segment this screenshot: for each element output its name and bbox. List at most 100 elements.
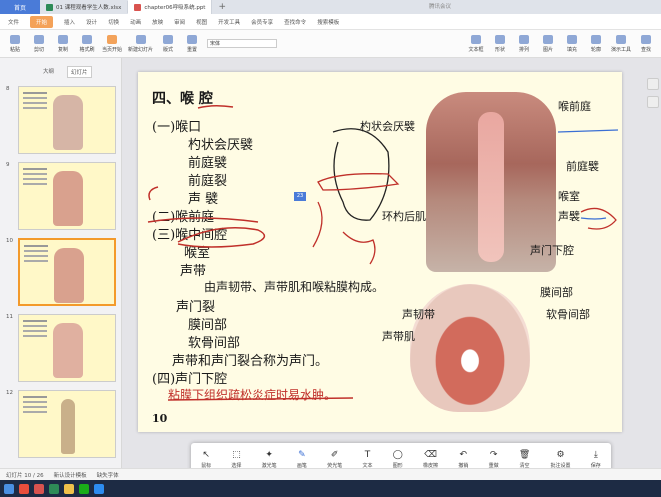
new-slide-button[interactable]: 新建幻灯片	[128, 34, 154, 53]
slide-number: 12	[6, 390, 13, 396]
laser-icon: ✦	[265, 449, 273, 460]
shape-tool[interactable]: ◯ 图形	[393, 450, 403, 469]
download-icon: ⤓	[593, 449, 598, 460]
side-settings-icon[interactable]	[647, 78, 659, 90]
outline-button[interactable]: 轮廓	[587, 34, 605, 53]
browser-icon[interactable]	[19, 483, 29, 494]
slide-thumb-11[interactable]: 11	[6, 314, 116, 382]
excel-icon	[46, 3, 53, 11]
slide-thumb-9[interactable]: 9	[6, 162, 116, 230]
ppt-icon	[134, 3, 142, 11]
menu-member[interactable]: 会员专享	[251, 18, 273, 26]
select-tool[interactable]: ⬚ 选择	[231, 450, 241, 469]
menu-animation[interactable]: 动画	[130, 18, 141, 26]
redo-icon: ↷	[489, 449, 498, 460]
side-layout-icon[interactable]	[647, 96, 659, 108]
cut-button[interactable]: 剪切	[30, 34, 48, 53]
eraser-tool[interactable]: ⌫ 橡皮擦	[423, 450, 438, 469]
slide-thumb-8[interactable]: 8	[6, 86, 116, 154]
menu-view[interactable]: 视图	[196, 18, 207, 26]
menu-review[interactable]: 审阅	[174, 18, 185, 26]
tab-outline[interactable]: 大纲	[40, 66, 57, 78]
layout-label: 版式	[163, 46, 174, 53]
arrange-button[interactable]: 排列	[515, 34, 533, 53]
chat-icon[interactable]	[79, 483, 89, 494]
status-bar: 幻灯片 10 / 26 新认设计模板 缺失字体	[0, 468, 661, 480]
missing-font-button[interactable]: 缺失字体	[97, 471, 119, 479]
menu-design[interactable]: 设计	[86, 18, 97, 26]
paste-button[interactable]: 粘贴	[6, 34, 24, 53]
highlighter-tool[interactable]: ✐ 荧光笔	[327, 450, 342, 469]
redo-button[interactable]: ↷ 重做	[489, 450, 499, 469]
layout-button[interactable]: 版式	[159, 34, 177, 53]
copy-icon	[58, 34, 68, 44]
font-family-select[interactable]: 宋体	[207, 39, 278, 48]
format-painter-label: 格式刷	[79, 46, 95, 53]
reset-icon	[187, 34, 198, 44]
picture-button[interactable]: 图片	[539, 34, 557, 53]
comment-badge[interactable]: 23	[294, 192, 306, 201]
undo-button[interactable]: ↶ 撤销	[458, 450, 468, 469]
select-icon: ⬚	[232, 449, 241, 460]
home-tab[interactable]: 首页	[0, 0, 40, 14]
cut-label: 剪切	[33, 46, 44, 53]
menu-insert[interactable]: 插入	[64, 18, 75, 26]
laser-tool[interactable]: ✦ 激光笔	[262, 450, 277, 469]
gear-icon: ⚙	[556, 449, 565, 460]
menu-developer[interactable]: 开发工具	[218, 18, 240, 26]
save-button[interactable]: ⤓ 保存	[591, 450, 601, 469]
fill-button[interactable]: 填充	[563, 34, 581, 53]
label: 声韧带	[402, 308, 435, 321]
meeting-indicator: 腾讯会议	[428, 4, 451, 10]
menu-home[interactable]: 开始	[30, 15, 54, 28]
tab-bar: 首页 01 课程观看学生人数.xlsx chapter06呼吸系统.ppt + …	[0, 0, 661, 14]
menu-file[interactable]: 文件	[8, 18, 19, 26]
mouse-tool[interactable]: ↖ 鼠标	[201, 450, 211, 469]
doc-tab-excel[interactable]: 01 课程观看学生人数.xlsx	[40, 1, 129, 13]
menu-search-template[interactable]: 搜索模板	[317, 18, 339, 26]
copy-label: 复制	[57, 46, 68, 53]
doc-tab-ppt[interactable]: chapter06呼吸系统.ppt	[128, 0, 213, 14]
excel-taskbar-icon[interactable]	[49, 483, 59, 494]
slide-thumb-12[interactable]: 12	[6, 390, 116, 458]
clear-button[interactable]: 🗑 清空	[519, 450, 530, 469]
tab-slides[interactable]: 幻灯片	[67, 66, 92, 78]
pen-tool[interactable]: ✎ 画笔	[297, 450, 307, 469]
annotation-settings-button[interactable]: ⚙ 批注设置	[551, 450, 571, 469]
play-icon	[107, 34, 117, 44]
design-template[interactable]: 新认设计模板	[54, 471, 87, 479]
folder-icon[interactable]	[64, 483, 74, 494]
slide[interactable]: 四、喉 腔 (一)喉口 杓状会厌襞 前庭襞 前庭裂 声 襞 (二)喉前庭 (三)…	[138, 72, 622, 432]
slide-thumbnail	[18, 314, 116, 382]
find-label: 查找	[640, 46, 651, 53]
label: 声带肌	[382, 330, 415, 343]
arrange-label: 排列	[518, 46, 529, 53]
fill-icon	[566, 34, 577, 44]
menu-transition[interactable]: 切换	[108, 18, 119, 26]
reset-button[interactable]: 重置	[183, 34, 201, 53]
play-from-current-button[interactable]: 当页开始	[102, 34, 122, 53]
format-painter-button[interactable]: 格式刷	[78, 34, 96, 53]
slide-thumbnail	[18, 162, 116, 230]
reset-label: 重置	[187, 46, 198, 53]
textbox-button[interactable]: 文本框	[467, 34, 485, 53]
start-icon[interactable]	[4, 483, 14, 494]
text-tool[interactable]: T 文本	[362, 450, 372, 469]
presentation-tools-button[interactable]: 演示工具	[611, 34, 631, 53]
meeting-icon[interactable]	[94, 483, 104, 494]
new-slide-label: 新建幻灯片	[128, 46, 154, 53]
label: 膜间部	[540, 286, 573, 299]
label: 喉前庭	[558, 100, 591, 113]
shape-button[interactable]: 形状	[491, 34, 509, 53]
shape-label: 形状	[494, 46, 505, 53]
undo-icon: ↶	[459, 449, 468, 460]
new-tab-button[interactable]: +	[212, 2, 232, 12]
menu-search-command[interactable]: 查找命令	[284, 18, 306, 26]
copy-button[interactable]: 复制	[54, 34, 72, 53]
label: 声门下腔	[530, 244, 574, 257]
menu-slideshow[interactable]: 放映	[152, 18, 163, 26]
paste-icon	[10, 34, 20, 44]
wps-icon[interactable]	[34, 483, 44, 494]
find-button[interactable]: 查找	[637, 34, 655, 53]
slide-thumb-10[interactable]: 10	[6, 238, 116, 306]
